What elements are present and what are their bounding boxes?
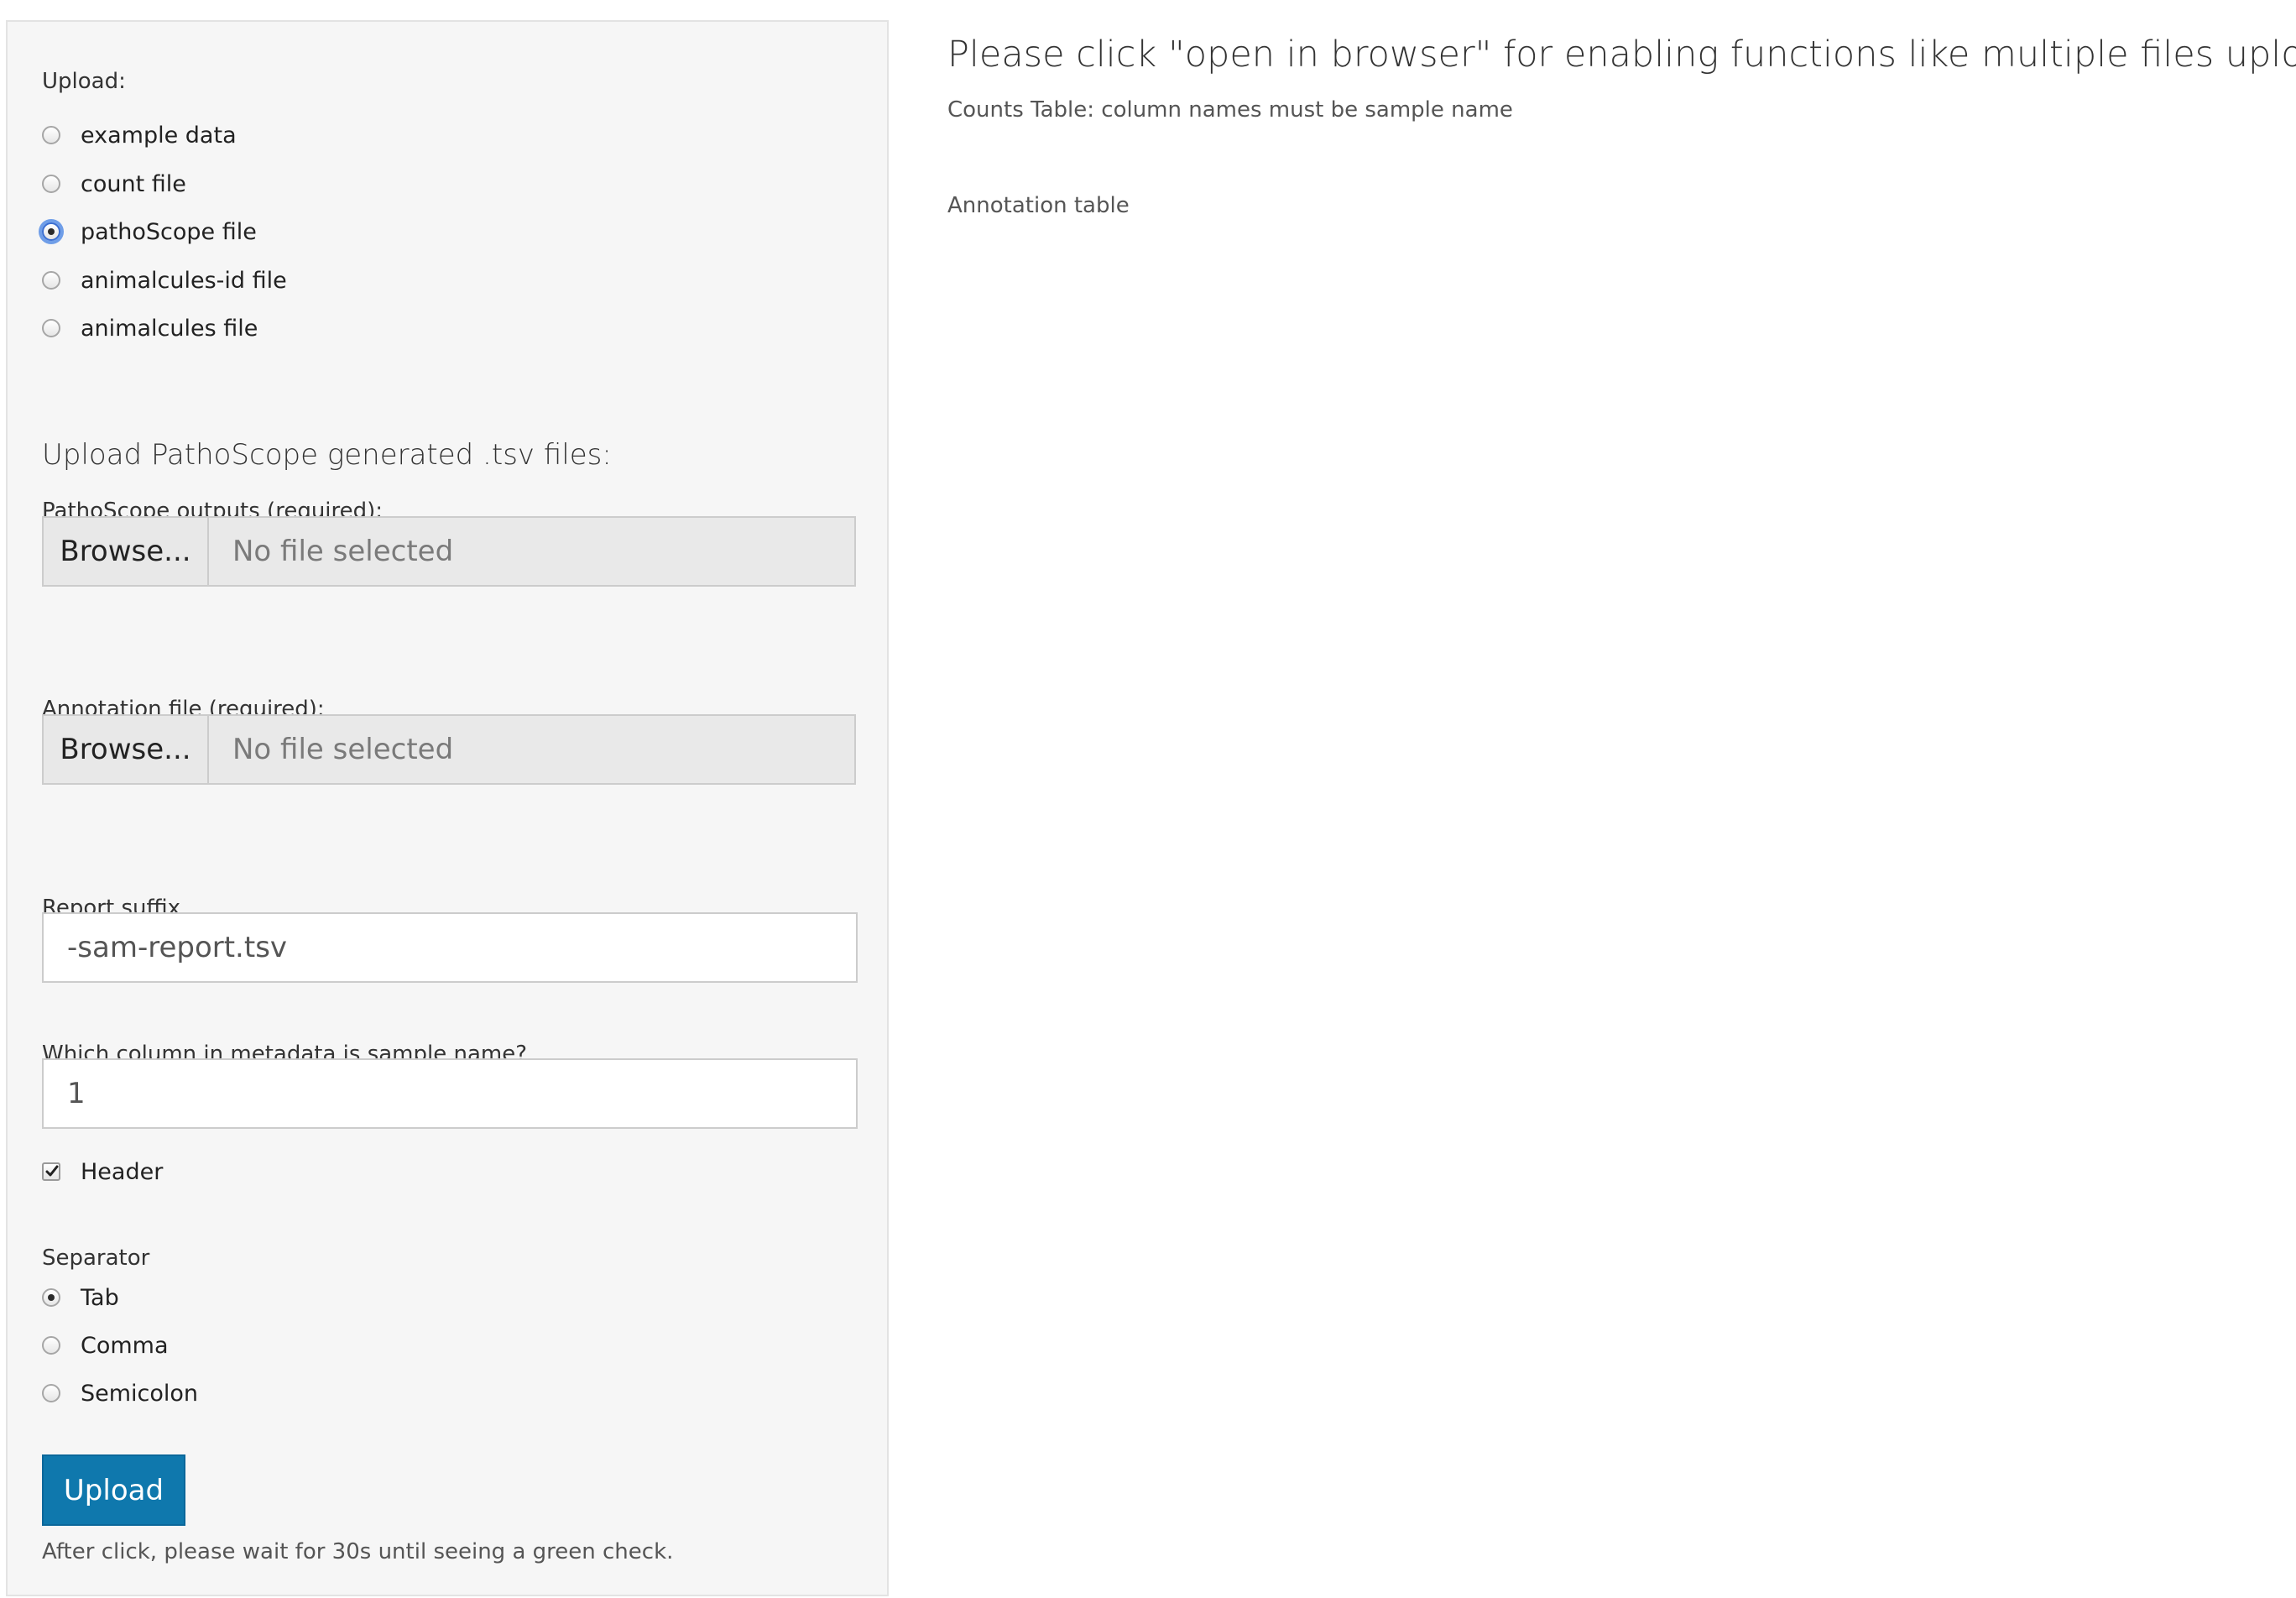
radio-button-selected[interactable] <box>42 222 60 241</box>
radio-label: animalcules-id file <box>81 267 287 294</box>
section-title: Upload PathoScope generated .tsv files: <box>42 438 612 472</box>
pathoscope-file-status[interactable]: No file selected <box>209 518 854 585</box>
radio-label: Tab <box>81 1284 119 1311</box>
radio-animalcules-id-file[interactable]: animalcules-id file <box>42 266 287 295</box>
radio-button[interactable] <box>42 126 60 144</box>
report-suffix-input[interactable] <box>42 912 858 983</box>
header-checkbox-row[interactable]: Header <box>42 1157 163 1186</box>
annotation-table-text: Annotation table <box>947 193 1130 218</box>
sidebar-panel: Upload: example data count file pathoSco… <box>6 20 889 1596</box>
header-checkbox-label: Header <box>81 1158 164 1185</box>
checkmark-icon <box>45 1165 59 1177</box>
radio-button[interactable] <box>42 319 60 337</box>
radio-animalcules-file[interactable]: animalcules file <box>42 314 258 342</box>
annotation-browse-button[interactable]: Browse... <box>44 716 209 783</box>
pathoscope-browse-button[interactable]: Browse... <box>44 518 209 585</box>
radio-button[interactable] <box>42 271 60 290</box>
radio-pathoscope-file[interactable]: pathoScope file <box>42 217 257 246</box>
separator-label: Separator <box>42 1246 150 1271</box>
radio-button-selected[interactable] <box>42 1288 60 1307</box>
radio-button[interactable] <box>42 175 60 193</box>
radio-example-data[interactable]: example data <box>42 121 237 149</box>
sample-column-input[interactable] <box>42 1058 858 1129</box>
upload-button[interactable]: Upload <box>42 1454 185 1526</box>
radio-label: pathoScope file <box>81 218 257 245</box>
main-title: Please click "open in browser" for enabl… <box>947 34 2296 76</box>
radio-button[interactable] <box>42 1384 60 1402</box>
upload-help-text: After click, please wait for 30s until s… <box>42 1539 674 1564</box>
radio-label: example data <box>81 122 237 149</box>
radio-button[interactable] <box>42 1336 60 1355</box>
counts-table-text: Counts Table: column names must be sampl… <box>947 97 1513 123</box>
annotation-file-status[interactable]: No file selected <box>209 716 854 783</box>
radio-separator-comma[interactable]: Comma <box>42 1331 169 1360</box>
radio-label: Semicolon <box>81 1380 199 1407</box>
radio-separator-tab[interactable]: Tab <box>42 1283 119 1312</box>
radio-label: Comma <box>81 1332 169 1359</box>
upload-type-label: Upload: <box>42 69 126 94</box>
radio-count-file[interactable]: count file <box>42 170 186 198</box>
header-checkbox[interactable] <box>42 1162 60 1181</box>
pathoscope-file-input[interactable]: Browse... No file selected <box>42 516 856 587</box>
radio-label: count file <box>81 170 186 197</box>
annotation-file-input[interactable]: Browse... No file selected <box>42 714 856 785</box>
page-root: Upload: example data count file pathoSco… <box>0 0 2296 1598</box>
radio-label: animalcules file <box>81 315 258 342</box>
radio-separator-semicolon[interactable]: Semicolon <box>42 1379 198 1407</box>
